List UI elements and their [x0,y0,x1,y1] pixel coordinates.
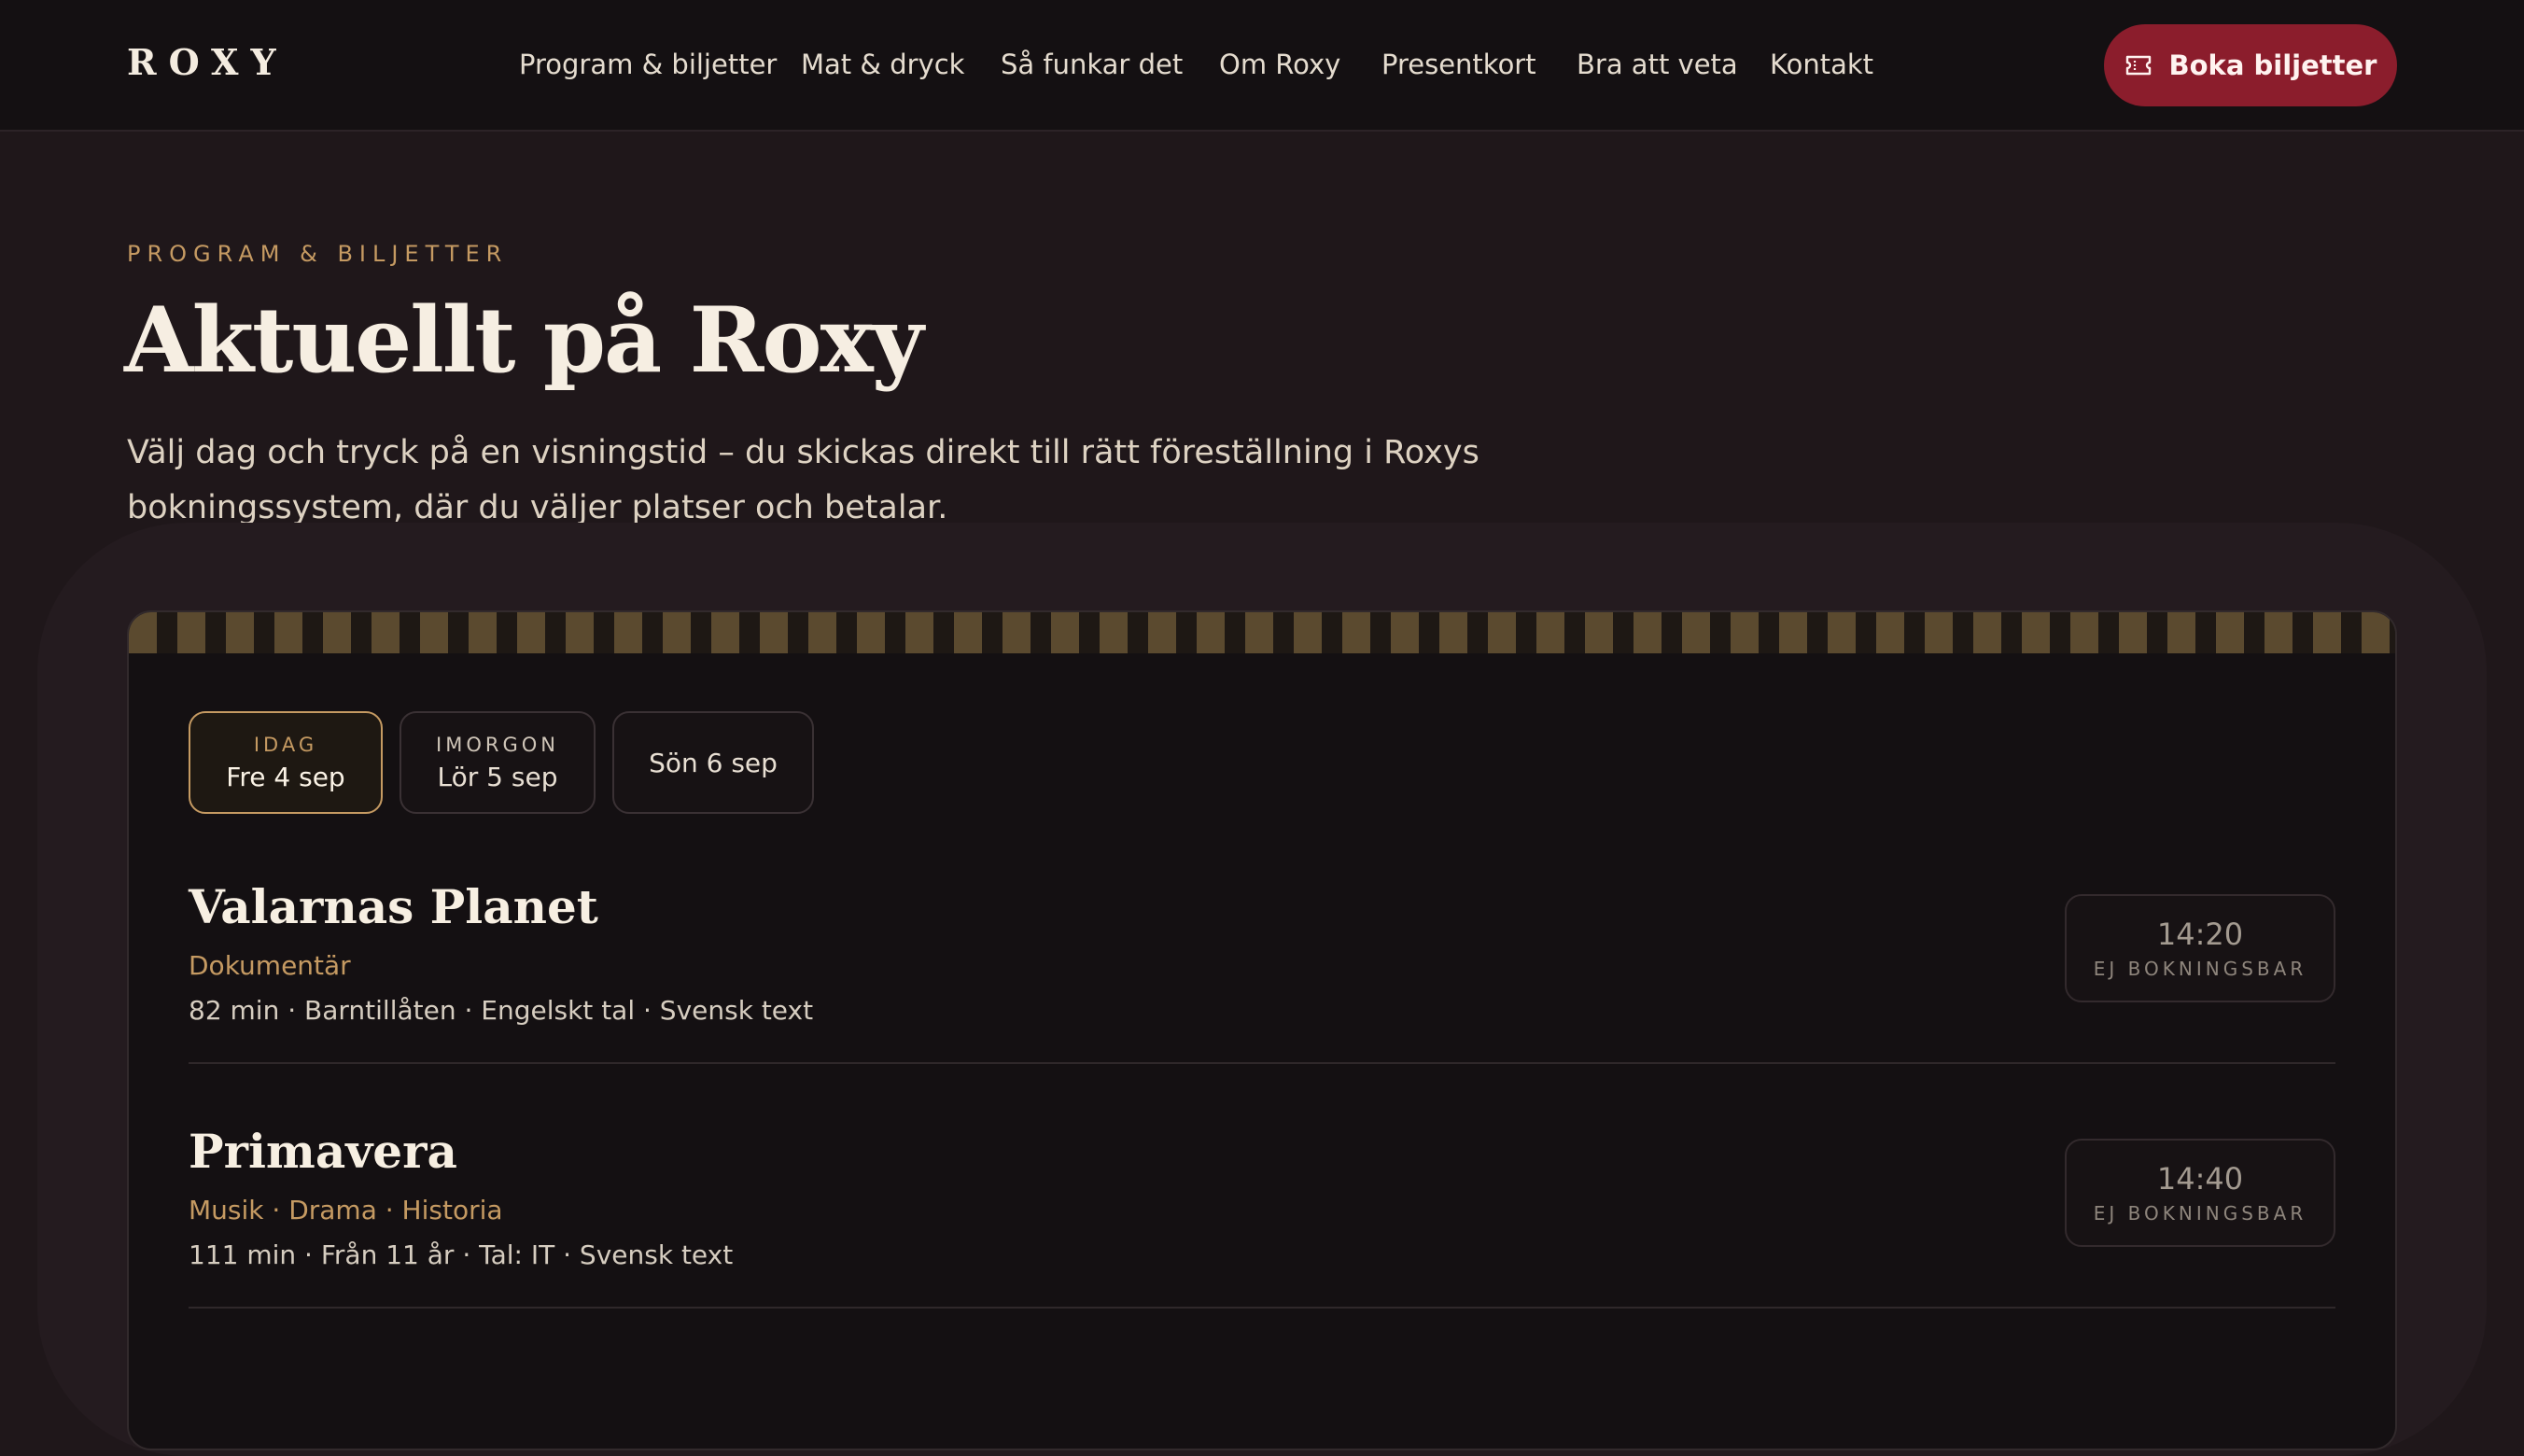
film-row: Primavera Musik · Drama · Historia 111 m… [189,1124,2335,1368]
showtime-time: 14:40 [2156,1161,2244,1197]
date-tab-label: Fre 4 sep [226,761,345,792]
page-title: Aktuellt på Roxy [124,287,923,393]
date-tab-today[interactable]: IDAG Fre 4 sep [189,711,383,814]
showtime-status: EJ BOKNINGSBAR [2093,1202,2307,1225]
showtime-button[interactable]: 14:20 EJ BOKNINGSBAR [2065,894,2335,1002]
film-meta: 111 min · Från 11 år · Tal: IT · Svensk … [189,1239,734,1270]
film-meta: 82 min · Barntillåten · Engelskt tal · S… [189,995,814,1026]
showtime-status: EJ BOKNINGSBAR [2093,958,2307,980]
page-eyebrow: PROGRAM & BILJETTER [127,241,509,267]
page-lead: Välj dag och tryck på en visningstid – d… [127,434,1479,526]
film-strip-decoration [129,612,2395,653]
nav-item-program[interactable]: Program & biljetter [519,49,777,80]
film-genre: Dokumentär [189,950,351,981]
date-tab-kicker: IMORGON [436,733,559,756]
schedule-panel: IDAG Fre 4 sep IMORGON Lör 5 sep Sön 6 s… [127,610,2397,1450]
date-tab-tomorrow[interactable]: IMORGON Lör 5 sep [400,711,596,814]
nav-item-bra-att-veta[interactable]: Bra att veta [1577,49,1738,80]
book-tickets-label: Boka biljetter [2168,49,2377,81]
date-tab-label: Sön 6 sep [649,747,778,778]
showtime-time: 14:20 [2156,917,2244,952]
nav-item-om-roxy[interactable]: Om Roxy [1219,49,1340,80]
ticket-icon [2125,55,2151,76]
date-tab-kicker: IDAG [253,733,318,756]
row-divider [189,1307,2335,1309]
film-row: Valarnas Planet Dokumentär 82 min · Barn… [189,879,2335,1124]
film-title[interactable]: Valarnas Planet [189,879,598,934]
film-title[interactable]: Primavera [189,1124,457,1179]
film-genre: Musik · Drama · Historia [189,1195,503,1225]
nav-item-kontakt[interactable]: Kontakt [1770,49,1873,80]
book-tickets-button[interactable]: Boka biljetter [2104,24,2397,106]
row-divider [189,1062,2335,1064]
date-tab-label: Lör 5 sep [437,761,558,792]
site-header: ROXY Program & biljetter Mat & dryck Så … [0,0,2524,132]
date-tab-sunday[interactable]: Sön 6 sep [612,711,814,814]
roxy-logo[interactable]: ROXY [127,41,288,83]
nav-item-sa-funkar-det[interactable]: Så funkar det [1001,49,1183,80]
showtime-button[interactable]: 14:40 EJ BOKNINGSBAR [2065,1139,2335,1247]
nav-item-presentkort[interactable]: Presentkort [1381,49,1536,80]
nav-item-mat-dryck[interactable]: Mat & dryck [801,49,964,80]
